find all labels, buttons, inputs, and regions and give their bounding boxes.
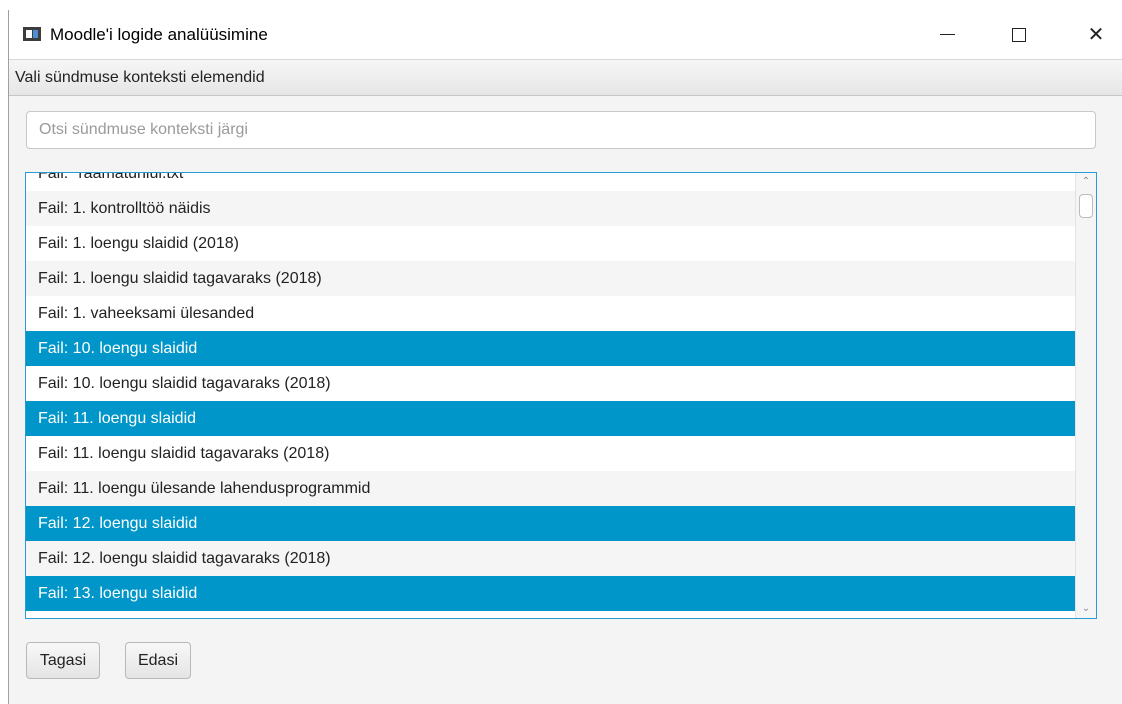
window-title: Moodle'i logide analüüsimine — [50, 25, 268, 44]
search-input[interactable] — [26, 111, 1096, 149]
section-header-label: Vali sündmuse konteksti elemendid — [15, 69, 265, 86]
close-button[interactable]: ✕ — [1073, 10, 1119, 59]
maximize-button[interactable] — [996, 10, 1042, 59]
list-item[interactable]: Fail: 10. loengu slaidid — [26, 331, 1075, 366]
list-item[interactable]: Fail: 12. loengu slaidid — [26, 506, 1075, 541]
list-item[interactable]: Fail: 12. loengu slaidid tagavaraks (201… — [26, 541, 1075, 576]
list-item[interactable]: Fail: 11. loengu ülesande lahendusprogra… — [26, 471, 1075, 506]
list-item[interactable]: Fail: 11. loengu slaidid — [26, 401, 1075, 436]
minimize-icon — [939, 34, 955, 35]
list-item[interactable]: Fail: "raamaturiiul.txt" — [26, 173, 1075, 191]
list-item[interactable]: Fail: 13. loengu slaidid — [26, 576, 1075, 611]
list-item[interactable]: Fail: 1. loengu slaidid (2018) — [26, 226, 1075, 261]
back-button[interactable]: Tagasi — [26, 642, 100, 679]
scroll-up-icon[interactable]: ⌃ — [1081, 177, 1091, 187]
minimize-button[interactable] — [924, 10, 970, 59]
app-window: Moodle'i logide analüüsimine ✕ Vali sünd… — [8, 10, 1122, 704]
maximize-icon — [1012, 27, 1026, 42]
list-item[interactable]: Fail: 1. vaheeksami ülesanded — [26, 296, 1075, 331]
app-icon — [23, 27, 41, 41]
list-item[interactable]: Fail: 11. loengu slaidid tagavaraks (201… — [26, 436, 1075, 471]
scroll-down-icon[interactable]: ⌄ — [1081, 604, 1091, 614]
context-list-items: Fail: "raamaturiiul.txt" Fail: 1. kontrol… — [26, 173, 1075, 611]
next-button[interactable]: Edasi — [125, 642, 191, 679]
context-list[interactable]: Fail: "raamaturiiul.txt" Fail: 1. kontrol… — [25, 172, 1097, 619]
close-icon: ✕ — [1087, 23, 1105, 46]
vertical-scrollbar[interactable]: ⌃ ⌄ — [1075, 173, 1096, 618]
scroll-thumb[interactable] — [1079, 194, 1093, 218]
list-item[interactable]: Fail: 1. loengu slaidid tagavaraks (2018… — [26, 261, 1075, 296]
title-bar: Moodle'i logide analüüsimine ✕ — [9, 10, 1122, 59]
list-item[interactable]: Fail: 1. kontrolltöö näidis — [26, 191, 1075, 226]
section-header: Vali sündmuse konteksti elemendid — [9, 59, 1122, 96]
list-item[interactable]: Fail: 10. loengu slaidid tagavaraks (201… — [26, 366, 1075, 401]
